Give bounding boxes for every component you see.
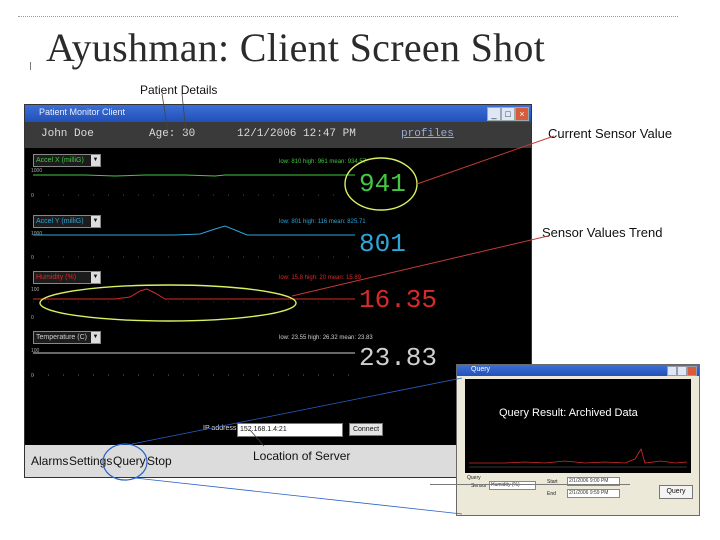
end-datetime-field[interactable]: 2/1/2006 9:59 PM bbox=[567, 489, 620, 498]
trend-line-accel-y bbox=[33, 225, 355, 236]
archived-trend-line bbox=[469, 448, 688, 464]
archived-trend-svg bbox=[469, 448, 688, 468]
bottom-rule bbox=[430, 484, 630, 485]
run-query-button[interactable]: Query bbox=[659, 485, 693, 499]
query-section-label: Query bbox=[467, 475, 481, 481]
callout-current-sensor-value: Current Sensor Value bbox=[548, 126, 673, 141]
maximize-button[interactable] bbox=[677, 366, 687, 376]
callout-patient-details: Patient Details bbox=[140, 83, 218, 97]
sensor-select[interactable]: Humidity (%) bbox=[489, 481, 536, 490]
query-window: Query Query Result: Archived Data Query … bbox=[456, 364, 700, 516]
stop-button[interactable]: Stop bbox=[147, 454, 172, 468]
query-window-titlebar: Query bbox=[457, 365, 699, 376]
title-top-rule bbox=[18, 16, 678, 17]
settings-button[interactable]: Settings bbox=[69, 454, 112, 468]
archived-data-chart: Query Result: Archived Data bbox=[465, 379, 691, 473]
end-label: End bbox=[547, 491, 556, 497]
pointer-query-window-bottom bbox=[134, 477, 463, 515]
query-window-title: Query bbox=[471, 366, 491, 373]
close-button[interactable] bbox=[687, 366, 697, 376]
ip-address-input[interactable] bbox=[237, 423, 343, 437]
query-button[interactable]: Query bbox=[113, 454, 146, 468]
connect-button[interactable]: Connect bbox=[349, 423, 383, 436]
slide-title: Ayushman: Client Screen Shot bbox=[46, 25, 546, 70]
ip-address-label: IP address: bbox=[203, 425, 239, 432]
callout-query-result: Query Result: Archived Data bbox=[499, 407, 638, 419]
callout-location-of-server: Location of Server bbox=[253, 449, 351, 463]
title-left-tick bbox=[30, 62, 31, 70]
trend-line-humidity bbox=[33, 288, 355, 300]
trend-line-accel-x bbox=[33, 174, 355, 177]
callout-sensor-values-trend: Sensor Values Trend bbox=[542, 225, 663, 240]
alarms-button[interactable]: Alarms bbox=[31, 454, 68, 468]
minimize-button[interactable] bbox=[667, 366, 677, 376]
